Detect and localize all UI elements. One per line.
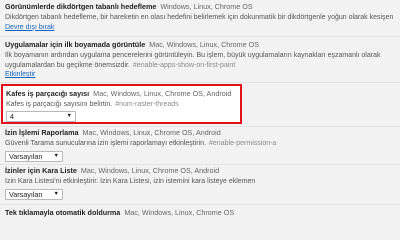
flag-title: İzin İşlemi Raporlama xyxy=(5,128,79,137)
divider xyxy=(0,204,400,205)
divider xyxy=(0,82,400,83)
divider xyxy=(0,126,400,127)
flag-title: Tek tıklamayla otomatik doldurma xyxy=(5,208,121,217)
select-value: Varsayılan xyxy=(9,189,43,199)
enable-link[interactable]: Etkinleştir xyxy=(5,70,35,80)
chevron-down-icon: ▼ xyxy=(66,113,72,119)
flag-description: Kafes iş parçacığı sayısını belirtin. xyxy=(6,101,113,108)
disable-link[interactable]: Devre dışı bırak xyxy=(5,23,54,33)
divider xyxy=(0,36,400,37)
flag-entry: İzinler için Kara Liste Mac, Windows, Lin… xyxy=(0,166,400,200)
flag-platforms: Windows, Linux, Chrome OS xyxy=(160,2,253,11)
flag-description: İlk boyamanın ardından uygulama pencerel… xyxy=(5,52,381,59)
flag-entry: Görünümlerde dikdörtgen tabanlı hedeflem… xyxy=(0,2,400,33)
chevron-down-icon: ▼ xyxy=(53,191,59,197)
select-value: 4 xyxy=(10,111,14,121)
divider xyxy=(0,164,400,165)
flag-hash: #enable-permission-a xyxy=(209,140,277,147)
flag-title: Görünümlerde dikdörtgen tabanlı hedeflem… xyxy=(5,2,157,11)
flag-platforms: Mac, Windows, Linux, Chrome OS, Android xyxy=(93,89,232,98)
flag-description: Güvenli Tarama sunucularına izin işlemi … xyxy=(5,140,207,147)
permission-reporting-select[interactable]: Varsayılan ▼ xyxy=(5,150,63,162)
raster-threads-select[interactable]: 4 ▼ xyxy=(6,110,76,122)
highlighted-flag: Kafes iş parçacığı sayısı Mac, Windows, L… xyxy=(1,84,242,124)
flag-hash: #num-raster-threads xyxy=(115,101,179,108)
flag-platforms: Mac, Windows, Linux, Chrome OS xyxy=(149,40,260,49)
flag-platforms: Mac, Windows, Linux, Chrome OS, Android xyxy=(82,128,221,137)
chevron-down-icon: ▼ xyxy=(53,153,59,159)
flag-title: İzinler için Kara Liste xyxy=(5,166,77,175)
flag-description: Dikdörtgen tabanlı hedefleme, bir hareke… xyxy=(5,14,394,21)
flag-entry: İzin İşlemi Raporlama Mac, Windows, Linux… xyxy=(0,128,400,162)
flag-entry: Tek tıklamayla otomatik doldurma Mac, Win… xyxy=(0,208,400,219)
flag-hash: #enable-apps-show-on-first-paint xyxy=(132,61,236,69)
flag-title: Uygulamalar için ilk boyamada görüntüle xyxy=(5,40,146,49)
flag-description: İzin Kara Listesi'ni etkinleştirir. İzin… xyxy=(5,178,256,185)
flag-platforms: Mac, Windows, Linux, Chrome OS, Android xyxy=(80,166,220,175)
flag-entry: Uygulamalar için ilk boyamada görüntüle M… xyxy=(0,40,400,80)
select-value: Varsayılan xyxy=(9,151,43,161)
flag-title: Kafes iş parçacığı sayısı xyxy=(6,89,90,98)
permission-blacklist-select[interactable]: Varsayılan ▼ xyxy=(5,188,63,200)
flag-description-continued: uygulamalardan bu geçikme önemsizdir. #en… xyxy=(5,61,236,69)
flag-platforms: Mac, Windows, Linux, Chrome OS xyxy=(124,208,235,217)
